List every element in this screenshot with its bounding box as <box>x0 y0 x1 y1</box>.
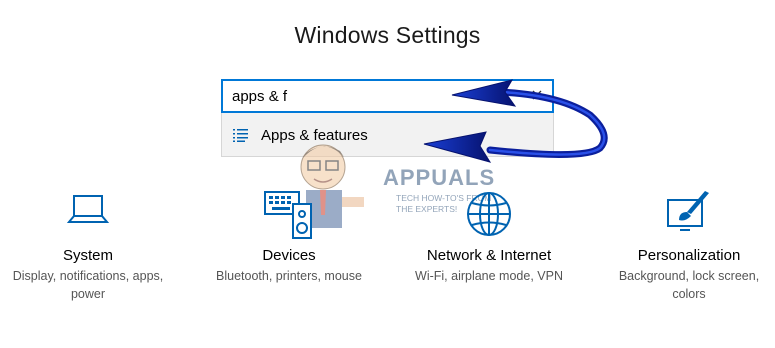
tile-description: Background, lock screen, colors <box>618 269 760 301</box>
tile-description: Bluetooth, printers, mouse <box>216 269 362 283</box>
clear-icon[interactable] <box>529 87 545 103</box>
tile-name: System <box>62 247 113 264</box>
watermark-brand: APPUALS <box>383 165 496 190</box>
tile-name: Personalization <box>637 247 741 264</box>
search-box[interactable]: apps & f <box>221 79 554 113</box>
tile-system[interactable]: System Display, notifications, apps, pow… <box>0 190 176 310</box>
tile-description: Display, notifications, apps, power <box>12 269 164 301</box>
list-icon <box>233 129 248 142</box>
globe-icon <box>467 192 511 236</box>
tile-personalization[interactable]: Personalization Background, lock screen,… <box>596 190 775 310</box>
paint-brush-icon <box>667 191 709 231</box>
tile-name: Network & Internet <box>426 247 552 264</box>
search-input[interactable]: apps & f <box>232 88 287 105</box>
laptop-icon <box>66 195 110 223</box>
tile-devices[interactable]: Devices Bluetooth, printers, mouse <box>194 190 384 310</box>
tile-network-internet[interactable]: Network & Internet Wi-Fi, airplane mode,… <box>394 190 584 310</box>
keyboard-speaker-icon <box>264 191 312 239</box>
tile-name: Devices <box>262 247 316 264</box>
tile-description: Wi-Fi, airplane mode, VPN <box>415 269 563 283</box>
page-title: Windows Settings <box>294 22 481 48</box>
